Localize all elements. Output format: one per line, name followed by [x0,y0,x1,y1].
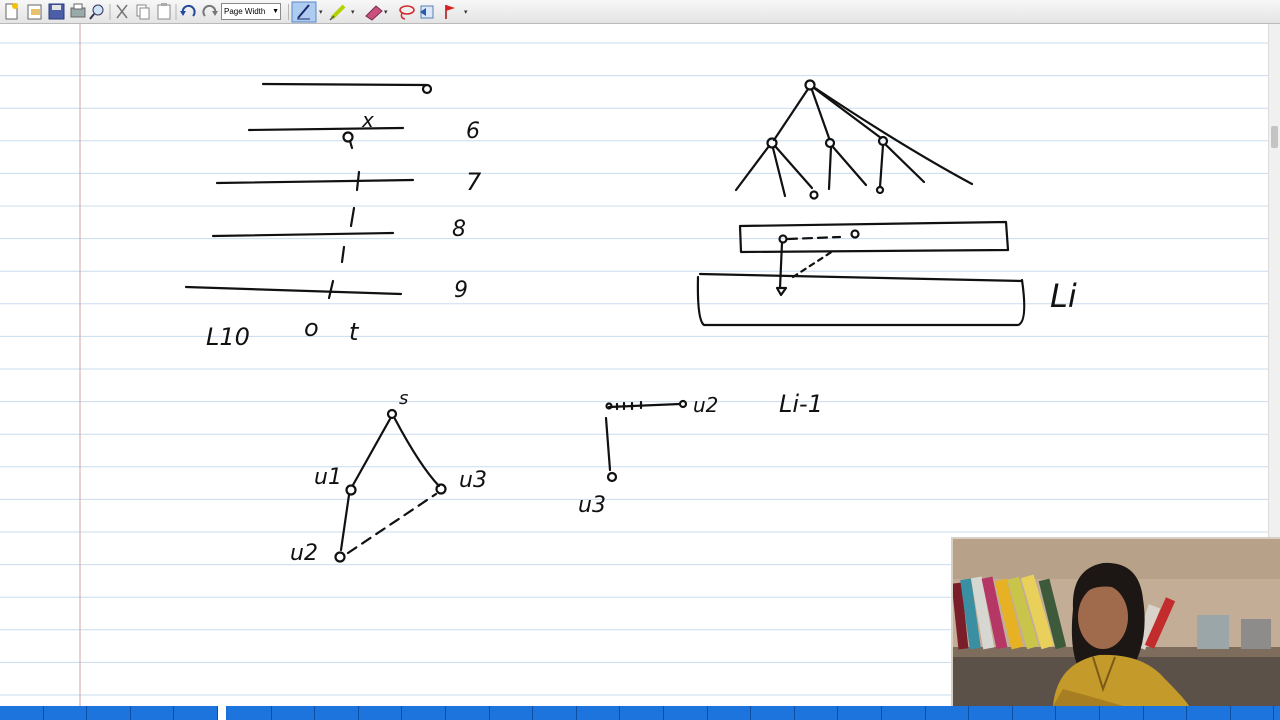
page-tab[interactable] [446,706,490,720]
ink-labels: x 6 7 8 9 L10 o t Li Li-1 s u1 u3 u2 u2 … [206,108,1077,566]
page-tab[interactable] [358,706,403,720]
chevron-down-icon: ▼ [272,8,279,15]
page-navigation-bar: 5 [0,706,1280,720]
page-tab[interactable] [0,706,44,720]
paste-icon[interactable] [157,3,171,20]
flag-icon[interactable] [445,5,455,19]
toolbar-icons [5,3,218,20]
cut-icon[interactable] [116,4,128,19]
webcam-video [953,539,1280,706]
triangle-label-u1: u1 [314,465,342,490]
scrollbar-thumb[interactable] [1271,126,1278,148]
li-label: Li [1050,277,1077,315]
page-tab[interactable] [925,706,970,720]
bottom-label-t: t [349,318,360,346]
triangle-label-s: s [399,388,408,409]
page-tab[interactable] [1012,706,1057,720]
presenter-webcam [951,537,1280,706]
highlighter-icon[interactable] [329,4,346,21]
page-tab[interactable] [969,706,1013,720]
page-tab[interactable] [1100,706,1144,720]
level-lines [184,82,433,300]
triangle-diagram [334,408,447,563]
toolbar-tools: ▾ ▾ ▾ ▾ [291,1,468,23]
page-tab[interactable] [576,706,621,720]
page-tab[interactable] [838,706,882,720]
page-tab[interactable] [1056,706,1100,720]
page-tab[interactable] [489,706,534,720]
page-tab[interactable] [228,706,272,720]
triangle-label-u2: u2 [290,541,318,566]
zoom-select-label: Page Width [224,7,266,16]
level-label-6: 6 [466,119,480,144]
level-boxes [696,220,1026,327]
new-page-icon[interactable] [5,3,18,20]
page-tab[interactable] [882,706,926,720]
copy-icon[interactable] [136,4,150,20]
path-label-u2: u2 [693,393,718,417]
page-tab[interactable] [664,706,708,720]
pen-icon[interactable] [291,1,317,23]
page-tab[interactable] [315,706,359,720]
page-tab[interactable] [1187,706,1231,720]
pen-options-chevron[interactable]: ▾ [319,8,323,16]
eraser-icon[interactable] [365,5,383,21]
eraser-options-chevron[interactable]: ▾ [384,8,388,16]
page-tab[interactable] [533,706,577,720]
page-tab[interactable] [1230,706,1275,720]
zoom-select[interactable]: Page Width ▼ [221,3,281,20]
page-tab[interactable] [620,706,664,720]
toolbar: Page Width ▼ ▾ ▾ ▾ ▾ [0,0,1280,24]
page-tab[interactable] [1143,706,1188,720]
more-tools-chevron[interactable]: ▾ [464,8,468,16]
insert-space-icon[interactable] [420,5,434,19]
redo-icon[interactable] [202,4,218,17]
page-tab[interactable] [174,706,218,720]
toolbar-separator [288,4,289,20]
page-tab[interactable] [751,706,795,720]
page-tab[interactable] [707,706,752,720]
li-1-label: Li-1 [779,390,823,418]
page-tab[interactable] [43,706,87,720]
print-icon[interactable] [70,3,86,18]
page-tab[interactable] [402,706,446,720]
highlighter-options-chevron[interactable]: ▾ [351,8,355,16]
bottom-level-label: L10 [206,323,250,351]
path-label-u3: u3 [578,493,606,518]
tree-diagram [734,79,974,200]
page-tab[interactable] [130,706,174,720]
level-label-7: 7 [466,168,482,196]
level-label-8: 8 [452,217,466,242]
page-tab[interactable] [271,706,316,720]
bottom-label-o: o [304,314,319,342]
undo-icon[interactable] [180,4,196,17]
triangle-label-u3: u3 [459,468,487,493]
page-tab[interactable] [87,706,131,720]
page-tab[interactable] [794,706,839,720]
page-tab[interactable] [1274,706,1280,720]
open-icon[interactable] [27,4,42,20]
path-diagram [604,399,688,483]
level-label-9: 9 [454,278,468,303]
lasso-icon[interactable] [399,5,415,20]
save-icon[interactable] [48,3,65,20]
level-node [342,131,354,143]
find-icon[interactable] [89,4,104,20]
level-node-label: x [361,108,374,132]
